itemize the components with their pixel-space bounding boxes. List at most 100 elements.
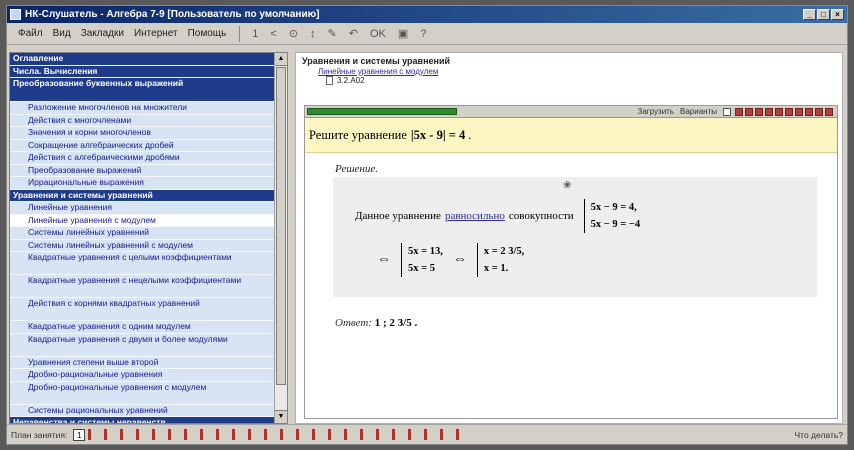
plan-step-marker[interactable] (264, 429, 268, 440)
toc-item[interactable]: Дробно-рациональные уравнения (10, 369, 274, 382)
help-link[interactable]: Что делать? (794, 430, 843, 440)
toc-item[interactable]: Уравнения степени выше второй (10, 356, 274, 369)
scroll-thumb[interactable] (276, 67, 286, 385)
plan-step-marker[interactable] (392, 429, 396, 440)
system-2-row-2: 5x = 5 (408, 263, 435, 274)
toc-item[interactable]: Действия с многочленами (10, 114, 274, 127)
plan-step-marker[interactable] (120, 429, 124, 440)
toc-section[interactable]: Неравенства и системы неравенств (10, 417, 274, 423)
menu-help[interactable]: Помощь (183, 28, 232, 39)
toc-item[interactable]: Действия с алгебраическими дробями (10, 152, 274, 165)
task-panel: Загрузить Варианты Решите уравнение |5x … (304, 105, 838, 419)
toolbar-edit-button[interactable]: ✎ (322, 27, 343, 40)
system-2-row-1: 5x = 13, (408, 246, 443, 257)
toc-item[interactable]: Квадратные уравнения с нецелыми коэффици… (10, 275, 274, 298)
plan-step-marker[interactable] (408, 429, 412, 440)
task-number: 3.2.А02 (337, 76, 365, 85)
variants-label: Варианты (680, 107, 717, 116)
toc-item[interactable]: Преобразование выражений (10, 164, 274, 177)
toc-item[interactable]: Системы рациональных уравнений (10, 404, 274, 417)
menu-internet[interactable]: Интернет (129, 28, 183, 39)
toolbar-back-button[interactable]: < (264, 28, 282, 40)
toc-item[interactable]: Квадратные уравнения с целыми коэффициен… (10, 252, 274, 275)
document-icon (326, 76, 333, 85)
toc-item[interactable]: Значения и корни многочленов (10, 127, 274, 140)
variant-tile[interactable] (785, 107, 793, 116)
plan-step-marker[interactable] (200, 429, 204, 440)
breadcrumb-link[interactable]: Линейные уравнения с модулем (296, 67, 842, 76)
breadcrumb-item[interactable]: 3.2.А02 (296, 76, 842, 85)
variant-tile[interactable] (745, 107, 753, 116)
plan-step-marker[interactable] (232, 429, 236, 440)
variant-tile[interactable] (755, 107, 763, 116)
plan-step-marker[interactable] (216, 429, 220, 440)
load-button[interactable]: Загрузить (637, 107, 674, 116)
menu-bookmarks[interactable]: Закладки (76, 28, 129, 39)
variant-tile[interactable] (765, 107, 773, 116)
variant-box[interactable] (723, 107, 731, 116)
variant-tile[interactable] (805, 107, 813, 116)
equivalence-link[interactable]: равносильно (445, 210, 505, 222)
plan-step-marker[interactable] (88, 429, 92, 440)
menu-file[interactable]: Файл (13, 28, 48, 39)
plan-step-marker[interactable] (424, 429, 428, 440)
toolbar-print-button[interactable]: ▣ (392, 27, 414, 40)
plan-step-marker[interactable] (360, 429, 364, 440)
flower-icon: ❀ (563, 180, 572, 191)
toc-item[interactable]: Системы линейных уравнений (10, 227, 274, 240)
toc-item[interactable]: Квадратные уравнения с двумя и более мод… (10, 333, 274, 357)
close-button[interactable]: × (831, 9, 844, 20)
scroll-up-icon[interactable]: ▲ (275, 53, 287, 66)
plan-current-step[interactable]: 1 (73, 428, 86, 441)
toc-item[interactable]: Сокращение алгебраических дробей (10, 139, 274, 152)
plan-step-marker[interactable] (440, 429, 444, 440)
toc-item[interactable]: Системы линейных уравнений с модулем (10, 239, 274, 252)
menu-view[interactable]: Вид (48, 28, 76, 39)
toc-item[interactable]: Разложение многочленов на множители (10, 102, 274, 115)
variant-tile[interactable] (815, 107, 823, 116)
toc-item[interactable]: Линейные уравнения (10, 202, 274, 215)
toc-section[interactable]: Оглавление (10, 53, 274, 66)
variant-tile[interactable] (795, 107, 803, 116)
system-1-row-2: 5x − 9 = −4 (590, 219, 641, 230)
plan-step-marker[interactable] (280, 429, 284, 440)
toolbar-help-button[interactable]: ? (414, 28, 432, 40)
toc-item[interactable]: Иррациональные выражения (10, 177, 274, 190)
plan-step-marker[interactable] (456, 429, 460, 440)
toc-item[interactable]: Квадратные уравнения с одним модулем (10, 321, 274, 334)
maximize-button[interactable]: □ (817, 9, 830, 20)
toolbar-target-button[interactable]: ⊙ (283, 27, 304, 40)
toc-scrollbar[interactable]: ▲ ▼ (274, 53, 287, 423)
plan-step-marker[interactable] (136, 429, 140, 440)
minimize-button[interactable]: _ (803, 9, 816, 20)
toolbar-page-button[interactable]: 1 (246, 28, 264, 40)
plan-step-marker[interactable] (312, 429, 316, 440)
toolbar-undo-button[interactable]: ↶ (343, 27, 364, 40)
solution-line-1: Данное уравнение равносильно совокупност… (355, 199, 640, 233)
plan-step-marker[interactable] (344, 429, 348, 440)
breadcrumb-title: Уравнения и системы уравнений (302, 56, 451, 66)
plan-step-marker[interactable] (328, 429, 332, 440)
plan-step-marker[interactable] (248, 429, 252, 440)
toc-item[interactable]: Дробно-рациональные уравнения с модулем (10, 381, 274, 405)
plan-step-marker[interactable] (296, 429, 300, 440)
plan-step-marker[interactable] (168, 429, 172, 440)
plan-step-marker[interactable] (184, 429, 188, 440)
toc-item[interactable]: Линейные уравнения с модулем (10, 214, 274, 227)
variant-tile[interactable] (825, 107, 833, 116)
plan-step-marker[interactable] (376, 429, 380, 440)
status-bar: План занятия: 1 Что делать? (7, 424, 847, 444)
toc-item[interactable]: Действия с корнями квадратных уравнений (10, 298, 274, 321)
task-toolbar: Загрузить Варианты (305, 106, 837, 118)
plan-step-marker[interactable] (152, 429, 156, 440)
toolbar-ok-button[interactable]: OK (364, 28, 392, 40)
toolbar-sort-button[interactable]: ↕ (304, 28, 322, 40)
variant-tile[interactable] (775, 107, 783, 116)
variant-tile[interactable] (735, 107, 743, 116)
toc-section[interactable]: Числа. Вычисления (10, 65, 274, 78)
plan-step-marker[interactable] (104, 429, 108, 440)
scroll-down-icon[interactable]: ▼ (275, 410, 287, 423)
app-window: НК-Слушатель - Алгебра 7-9 [Пользователь… (6, 5, 848, 445)
toc-section[interactable]: Преобразование буквенных выражений (10, 78, 274, 102)
toc-section[interactable]: Уравнения и системы уравнений (10, 189, 274, 202)
